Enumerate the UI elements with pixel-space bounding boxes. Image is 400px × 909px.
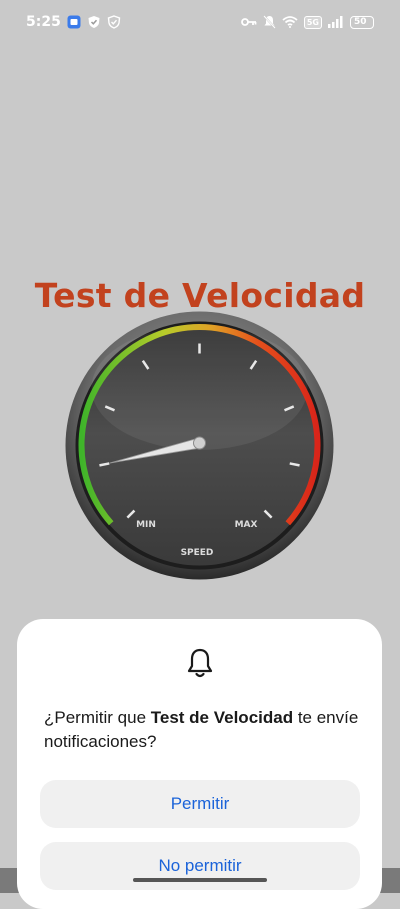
dialog-prompt: ¿Permitir que Test de Velocidad te envíe…	[44, 706, 364, 754]
home-indicator[interactable]	[133, 878, 267, 882]
notification-permission-dialog: ¿Permitir que Test de Velocidad te envíe…	[17, 619, 382, 909]
bell-icon	[187, 648, 213, 678]
prompt-app-name: Test de Velocidad	[150, 708, 294, 727]
deny-button[interactable]: No permitir	[40, 842, 360, 890]
prompt-prefix: ¿Permitir que	[44, 708, 151, 727]
allow-button[interactable]: Permitir	[40, 780, 360, 828]
